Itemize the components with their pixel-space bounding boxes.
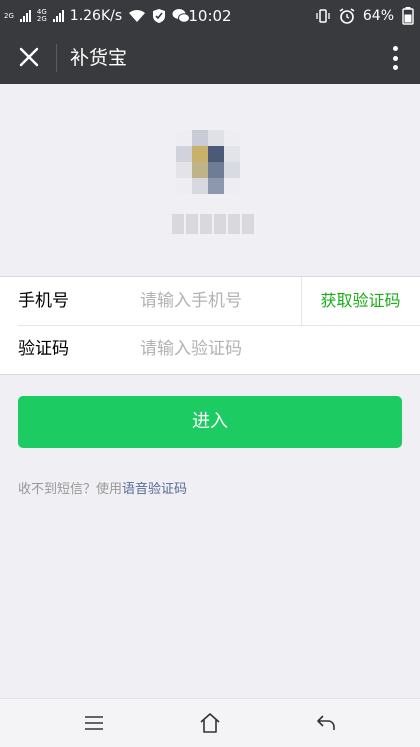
status-right: 64% [315,0,414,32]
voice-code-link[interactable]: 语音验证码 [122,482,187,497]
nickname-blurred [172,214,254,234]
nav-divider [56,44,57,72]
battery-percent: 64% [362,8,394,24]
home-icon[interactable] [198,711,222,735]
system-nav-bar [0,698,420,747]
enter-button[interactable]: 进入 [18,396,402,448]
code-label: 验证码 [18,339,69,359]
menu-icon[interactable] [82,711,106,735]
voice-code-hint: 收不到短信？使用语音验证码 [18,478,187,497]
phone-input[interactable] [140,277,290,325]
code-input[interactable] [140,325,400,373]
code-row: 验证码 [0,325,420,373]
status-bar: 2G 4G 2G 1.26K/s 10:02 64% [0,0,420,32]
hint-text: 收不到短信？使用 [18,482,123,497]
close-icon[interactable] [18,46,40,68]
phone-row: 手机号 获取验证码 [0,277,420,325]
nav-bar: 补货宝 [0,32,420,84]
vibrate-icon [316,9,330,23]
back-icon[interactable] [314,711,338,735]
phone-label: 手机号 [18,291,69,311]
battery-icon [402,7,414,25]
alarm-icon [339,8,355,24]
page-title: 补货宝 [70,47,128,69]
avatar [176,130,240,194]
login-form: 手机号 获取验证码 验证码 [0,276,420,375]
more-vertical-icon[interactable] [392,46,398,70]
get-code-button[interactable]: 获取验证码 [301,277,420,325]
